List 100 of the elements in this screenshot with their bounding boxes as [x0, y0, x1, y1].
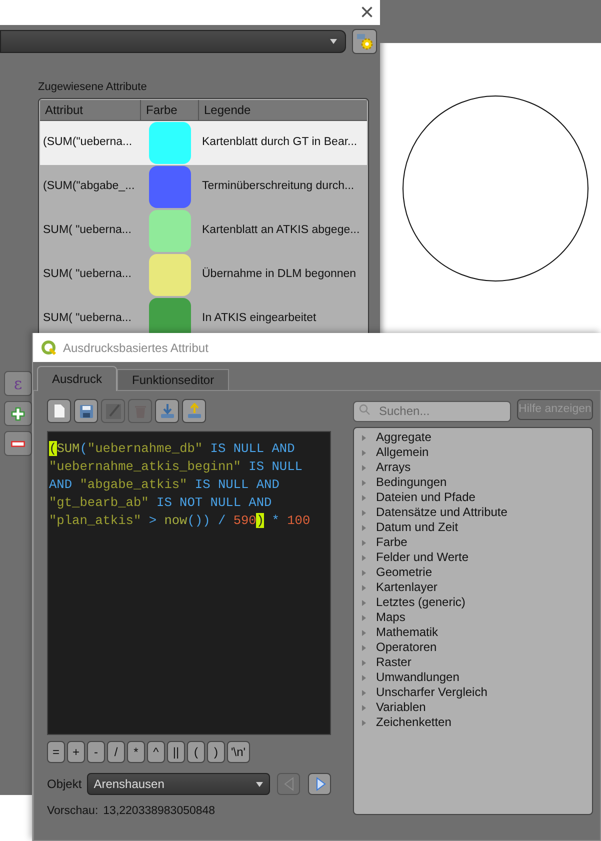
- code-line: AND "abgabe_atkis" IS NULL AND: [49, 476, 280, 494]
- table-row[interactable]: SUM( "ueberna... Kartenblatt an ATKIS abgege...: [40, 209, 367, 253]
- preview-label: Vorschau:: [47, 804, 98, 819]
- expand-arrow-icon[interactable]: [362, 434, 366, 440]
- expand-arrow-icon[interactable]: [362, 524, 366, 530]
- table-row[interactable]: (SUM("abgabe_... Terminüberschreitung durch...: [40, 165, 367, 209]
- operator-button[interactable]: *: [127, 741, 145, 763]
- code-line: (SUM("uebernahme_db" IS NULL AND: [49, 440, 296, 458]
- table-cell-text: Kartenblatt an ATKIS abgege...: [201, 223, 361, 238]
- tree-item[interactable]: Maps: [376, 610, 406, 625]
- remove-button[interactable]: [4, 431, 32, 456]
- tree-item[interactable]: Bedingungen: [376, 475, 447, 490]
- layer-dropdown[interactable]: [0, 30, 346, 53]
- object-dropdown[interactable]: Arenshausen: [86, 773, 270, 795]
- tree-item[interactable]: Datensätze und Attribute: [376, 505, 508, 520]
- column-header[interactable]: Attribut: [40, 100, 141, 120]
- import-button[interactable]: [155, 399, 179, 423]
- search-icon: [359, 404, 370, 415]
- operator-button[interactable]: +: [67, 741, 85, 763]
- color-swatch[interactable]: [149, 210, 191, 252]
- window-title: Ausdrucksbasiertes Attribut: [63, 340, 208, 356]
- tree-item[interactable]: Mathematik: [376, 625, 438, 640]
- tree-item[interactable]: Dateien und Pfade: [376, 490, 476, 505]
- color-swatch[interactable]: [149, 166, 191, 208]
- column-header[interactable]: Farbe: [141, 100, 199, 120]
- settings-button[interactable]: [352, 29, 377, 54]
- tree-item[interactable]: Arrays: [376, 460, 411, 475]
- operator-button[interactable]: ||: [167, 741, 185, 763]
- tree-item[interactable]: Geometrie: [376, 565, 432, 580]
- tab[interactable]: Ausdruck: [37, 366, 118, 391]
- table-cell-text: SUM( "ueberna...: [42, 311, 132, 326]
- expand-arrow-icon[interactable]: [362, 674, 366, 680]
- table-cell-text: Übernahme in DLM begonnen: [201, 266, 358, 282]
- pencil-icon: [104, 402, 122, 420]
- tree-item[interactable]: Unscharfer Vergleich: [376, 685, 488, 700]
- operator-button[interactable]: =: [47, 741, 65, 763]
- tree-item[interactable]: Letztes (generic): [376, 595, 466, 610]
- operator-button[interactable]: /: [107, 741, 125, 763]
- add-button[interactable]: [4, 401, 32, 426]
- tree-item[interactable]: Kartenlayer: [376, 580, 438, 595]
- section-label: Zugewiesene Attribute: [38, 80, 148, 94]
- expand-arrow-icon[interactable]: [362, 720, 366, 726]
- table-cell-text: (SUM("ueberna...: [42, 135, 134, 150]
- expand-arrow-icon[interactable]: [362, 450, 366, 456]
- tree-item[interactable]: Aggregate: [376, 430, 432, 445]
- color-swatch[interactable]: [149, 122, 191, 164]
- table-cell-text: SUM( "ueberna...: [42, 267, 132, 282]
- export-button[interactable]: [182, 399, 206, 423]
- expand-arrow-icon[interactable]: [362, 540, 366, 546]
- tree-item[interactable]: Umwandlungen: [376, 670, 460, 685]
- table-cell-text: In ATKIS eingearbeitet: [201, 311, 318, 326]
- caret-icon: [330, 39, 337, 44]
- settings-icon: [356, 33, 373, 50]
- operator-button[interactable]: (: [187, 741, 205, 763]
- expand-arrow-icon[interactable]: [362, 644, 366, 650]
- tree-item[interactable]: Variablen: [376, 700, 426, 715]
- tree-item[interactable]: Allgemein: [376, 445, 429, 460]
- operator-button[interactable]: -: [87, 741, 105, 763]
- app-logo-icon: [41, 340, 57, 356]
- download-icon: [158, 402, 176, 420]
- expand-arrow-icon[interactable]: [362, 690, 366, 696]
- code-line: "plan_atkis" > now()) / 590) * 100: [49, 512, 312, 530]
- tree-item[interactable]: Operatoren: [376, 640, 437, 655]
- expand-arrow-icon[interactable]: [362, 614, 366, 620]
- search-field[interactable]: Suchen...: [353, 400, 511, 422]
- table-cell-text: SUM( "ueberna...: [42, 223, 132, 238]
- tree-item[interactable]: Raster: [376, 655, 412, 670]
- selected-row[interactable]: (SUM("ueberna... Kartenblatt durch GT in Bear...: [40, 121, 367, 165]
- expand-arrow-icon[interactable]: [362, 494, 366, 500]
- tree-item[interactable]: Farbe: [376, 535, 408, 550]
- expand-arrow-icon[interactable]: [362, 704, 366, 710]
- expand-arrow-icon[interactable]: [362, 660, 366, 666]
- left-triangle-icon: [282, 776, 296, 792]
- preview-value: 13,220338983050848: [103, 804, 216, 819]
- operator-button[interactable]: ^: [147, 741, 165, 763]
- table-cell-text: (SUM("abgabe_...: [42, 179, 136, 194]
- expand-arrow-icon[interactable]: [362, 584, 366, 590]
- expression-editor[interactable]: (SUM("uebernahme_db" IS NULL AND "uebernahme_atkis_beginn" IS NULL AND "abgabe_atkis" IS NULL AND "gt_bearb_ab" IS NOT NULL AND "plan_atkis" > now()) / 590) * 100: [47, 431, 331, 735]
- tree-item[interactable]: Zeichenketten: [376, 715, 452, 730]
- next-button[interactable]: [308, 773, 331, 795]
- expand-arrow-icon[interactable]: [362, 554, 366, 560]
- expand-arrow-icon[interactable]: [362, 464, 366, 470]
- expand-arrow-icon[interactable]: [362, 570, 366, 576]
- close-button[interactable]: ×: [360, 0, 374, 24]
- expand-arrow-icon[interactable]: [362, 630, 366, 636]
- column-header[interactable]: Legende: [199, 100, 367, 120]
- tree-item[interactable]: Datum und Zeit: [376, 520, 458, 535]
- expand-arrow-icon[interactable]: [362, 510, 366, 516]
- expand-arrow-icon[interactable]: [362, 600, 366, 606]
- tree-item[interactable]: Felder und Werte: [376, 550, 468, 565]
- table-row[interactable]: SUM( "ueberna... Übernahme in DLM begonnen: [40, 253, 367, 297]
- operator-button[interactable]: ): [207, 741, 225, 763]
- new-file-button[interactable]: [47, 399, 71, 423]
- save-button[interactable]: [74, 399, 98, 423]
- expand-arrow-icon[interactable]: [362, 480, 366, 486]
- operator-button[interactable]: '\n': [227, 741, 250, 763]
- minus-icon: [11, 440, 25, 446]
- plus-icon: [11, 406, 25, 420]
- color-swatch[interactable]: [149, 254, 191, 296]
- table-cell-text: Terminüberschreitung durch...: [201, 179, 356, 194]
